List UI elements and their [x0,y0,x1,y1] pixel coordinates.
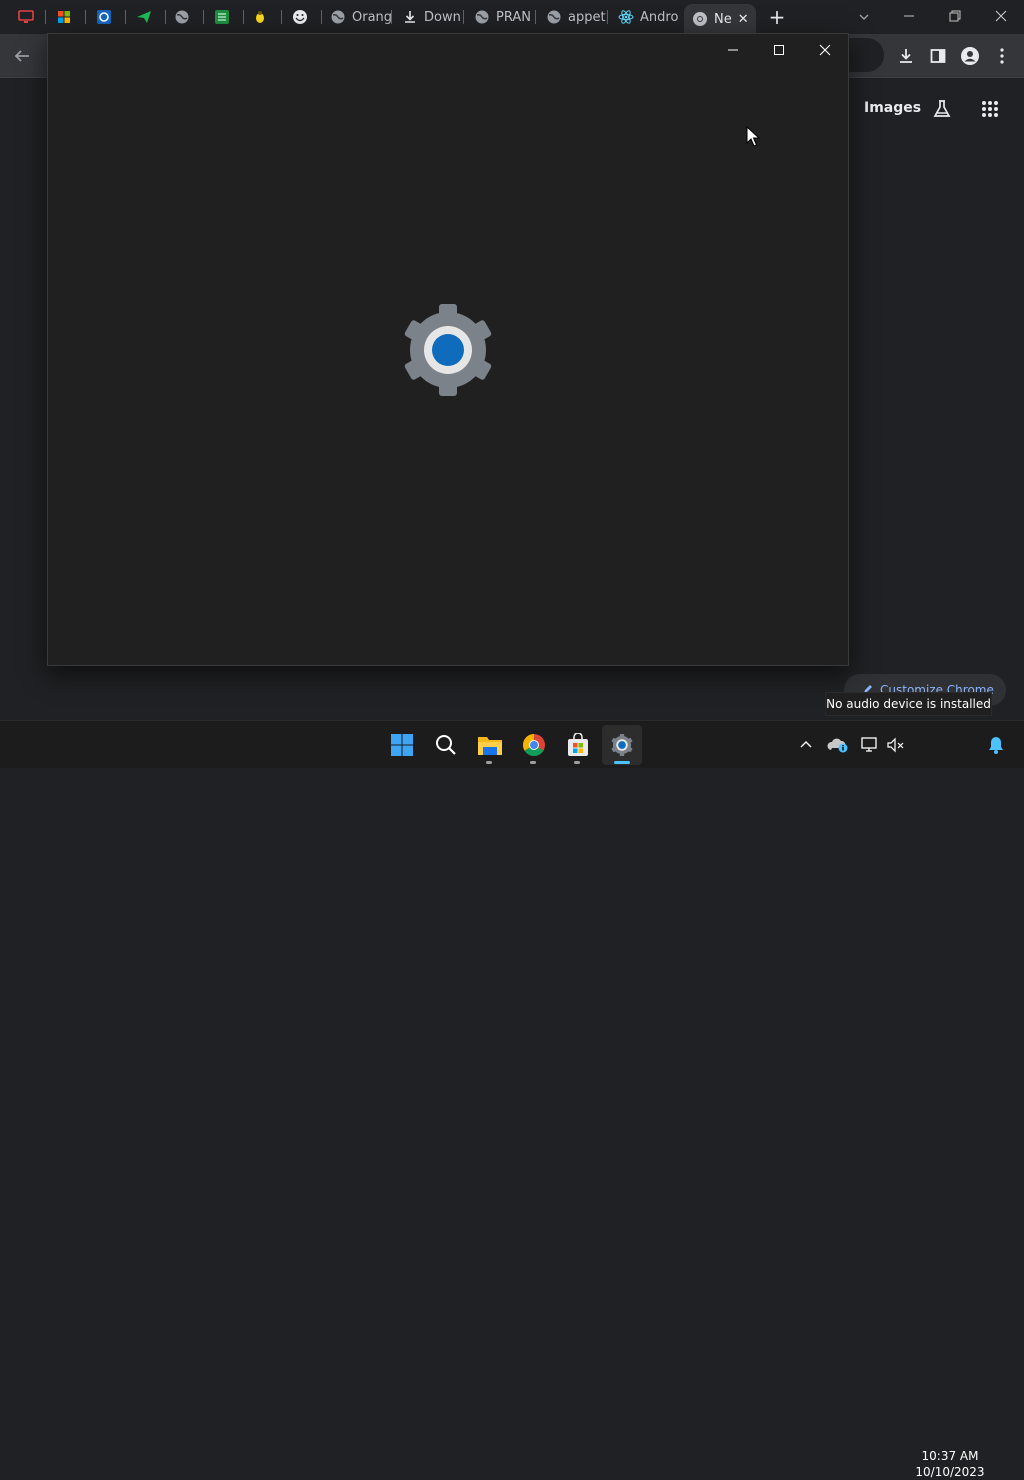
apps-grid-icon[interactable] [976,95,1004,123]
tab-title: Orang [352,9,392,25]
tab-appet[interactable]: appet [538,4,608,30]
windows-flag-icon [56,9,72,25]
audio-notification-toast: No audio device is installed [825,692,992,716]
maximize-settings-icon[interactable] [756,34,802,66]
running-indicator [486,761,492,764]
tab-troll[interactable] [284,4,322,30]
tab-globe-1[interactable] [166,4,204,30]
chrome-taskbar-button[interactable] [514,725,554,765]
start-button[interactable] [382,725,422,765]
microsoft-store-button[interactable] [558,725,598,765]
running-indicator [574,761,580,764]
running-indicator [530,761,536,764]
close-browser-icon[interactable] [978,0,1024,32]
tab-title: Ne [714,11,732,27]
tab-grid-app[interactable] [206,4,244,30]
download-icon [402,9,418,25]
tab-bug[interactable] [244,4,282,30]
search-icon [436,735,456,755]
notification-bell-icon[interactable] [984,733,1008,757]
tab-downloads[interactable]: Down [394,4,464,30]
active-indicator [614,761,630,764]
mouse-cursor-icon [746,125,761,148]
store-bag-icon [568,733,588,756]
tab-title: appet [568,9,606,25]
settings-gear-icon [398,300,498,400]
close-settings-icon[interactable] [802,34,848,66]
download-icon[interactable] [892,42,920,70]
clock-time: 10:37 AM [921,1449,979,1463]
restore-browser-icon[interactable] [932,0,978,32]
clock-date: 10/10/2023 [915,1465,985,1479]
chrome-icon [523,734,545,756]
tab-title: PRAN [496,9,531,25]
file-explorer-button[interactable] [470,725,510,765]
chrome-icon [692,11,708,27]
settings-taskbar-button[interactable] [602,725,642,765]
globe-icon [174,9,190,25]
windows-start-icon [391,734,413,756]
side-panel-icon[interactable] [924,42,952,70]
tab-android[interactable]: Andro [610,4,682,30]
tab-pran[interactable]: PRAN [466,4,536,30]
volume-muted-icon[interactable] [884,733,908,757]
globe-icon [546,9,562,25]
troll-face-icon [292,9,308,25]
paper-plane-icon [136,9,152,25]
google-images-link[interactable]: Images [864,100,921,116]
tab-new-tab-active[interactable]: Ne ✕ [684,4,756,34]
windows-taskbar: 10:37 AM 10/10/2023 [0,720,1024,1479]
onedrive-info-icon[interactable] [826,733,850,757]
tab-search-icon[interactable] [854,7,874,27]
minimize-settings-icon[interactable] [710,34,756,66]
tab-title: Down [424,9,461,25]
tab-strip: Orang Down PRAN appet Andro Ne ✕ + [0,0,1024,34]
react-icon [618,9,634,25]
profile-icon[interactable] [956,42,984,70]
tab-windows[interactable] [48,4,86,30]
close-tab-icon[interactable]: ✕ [738,11,749,27]
settings-window[interactable] [47,33,849,666]
remote-desktop-icon [18,9,34,25]
network-icon[interactable] [858,733,882,757]
labs-flask-icon[interactable] [928,95,956,123]
minimize-browser-icon[interactable] [886,0,932,32]
bug-icon [252,9,268,25]
tab-paper-plane[interactable] [128,4,166,30]
back-arrow-icon[interactable] [8,42,36,70]
settings-gear-icon [611,733,633,757]
folder-icon [478,737,502,755]
tab-title: Andro [640,9,679,25]
new-tab-button[interactable]: + [766,5,788,29]
globe-icon [474,9,490,25]
tab-remote-desktop[interactable] [10,4,46,30]
blue-app-icon [96,9,112,25]
show-hidden-icons-chevron-icon[interactable] [794,733,818,757]
search-button[interactable] [426,725,466,765]
tab-blue-app[interactable] [88,4,126,30]
grid-app-icon [214,9,230,25]
tab-orange[interactable]: Orang [322,4,392,30]
globe-icon [330,9,346,25]
system-clock[interactable]: 10:37 AM 10/10/2023 [908,1448,992,1480]
menu-kebab-icon[interactable] [988,42,1016,70]
